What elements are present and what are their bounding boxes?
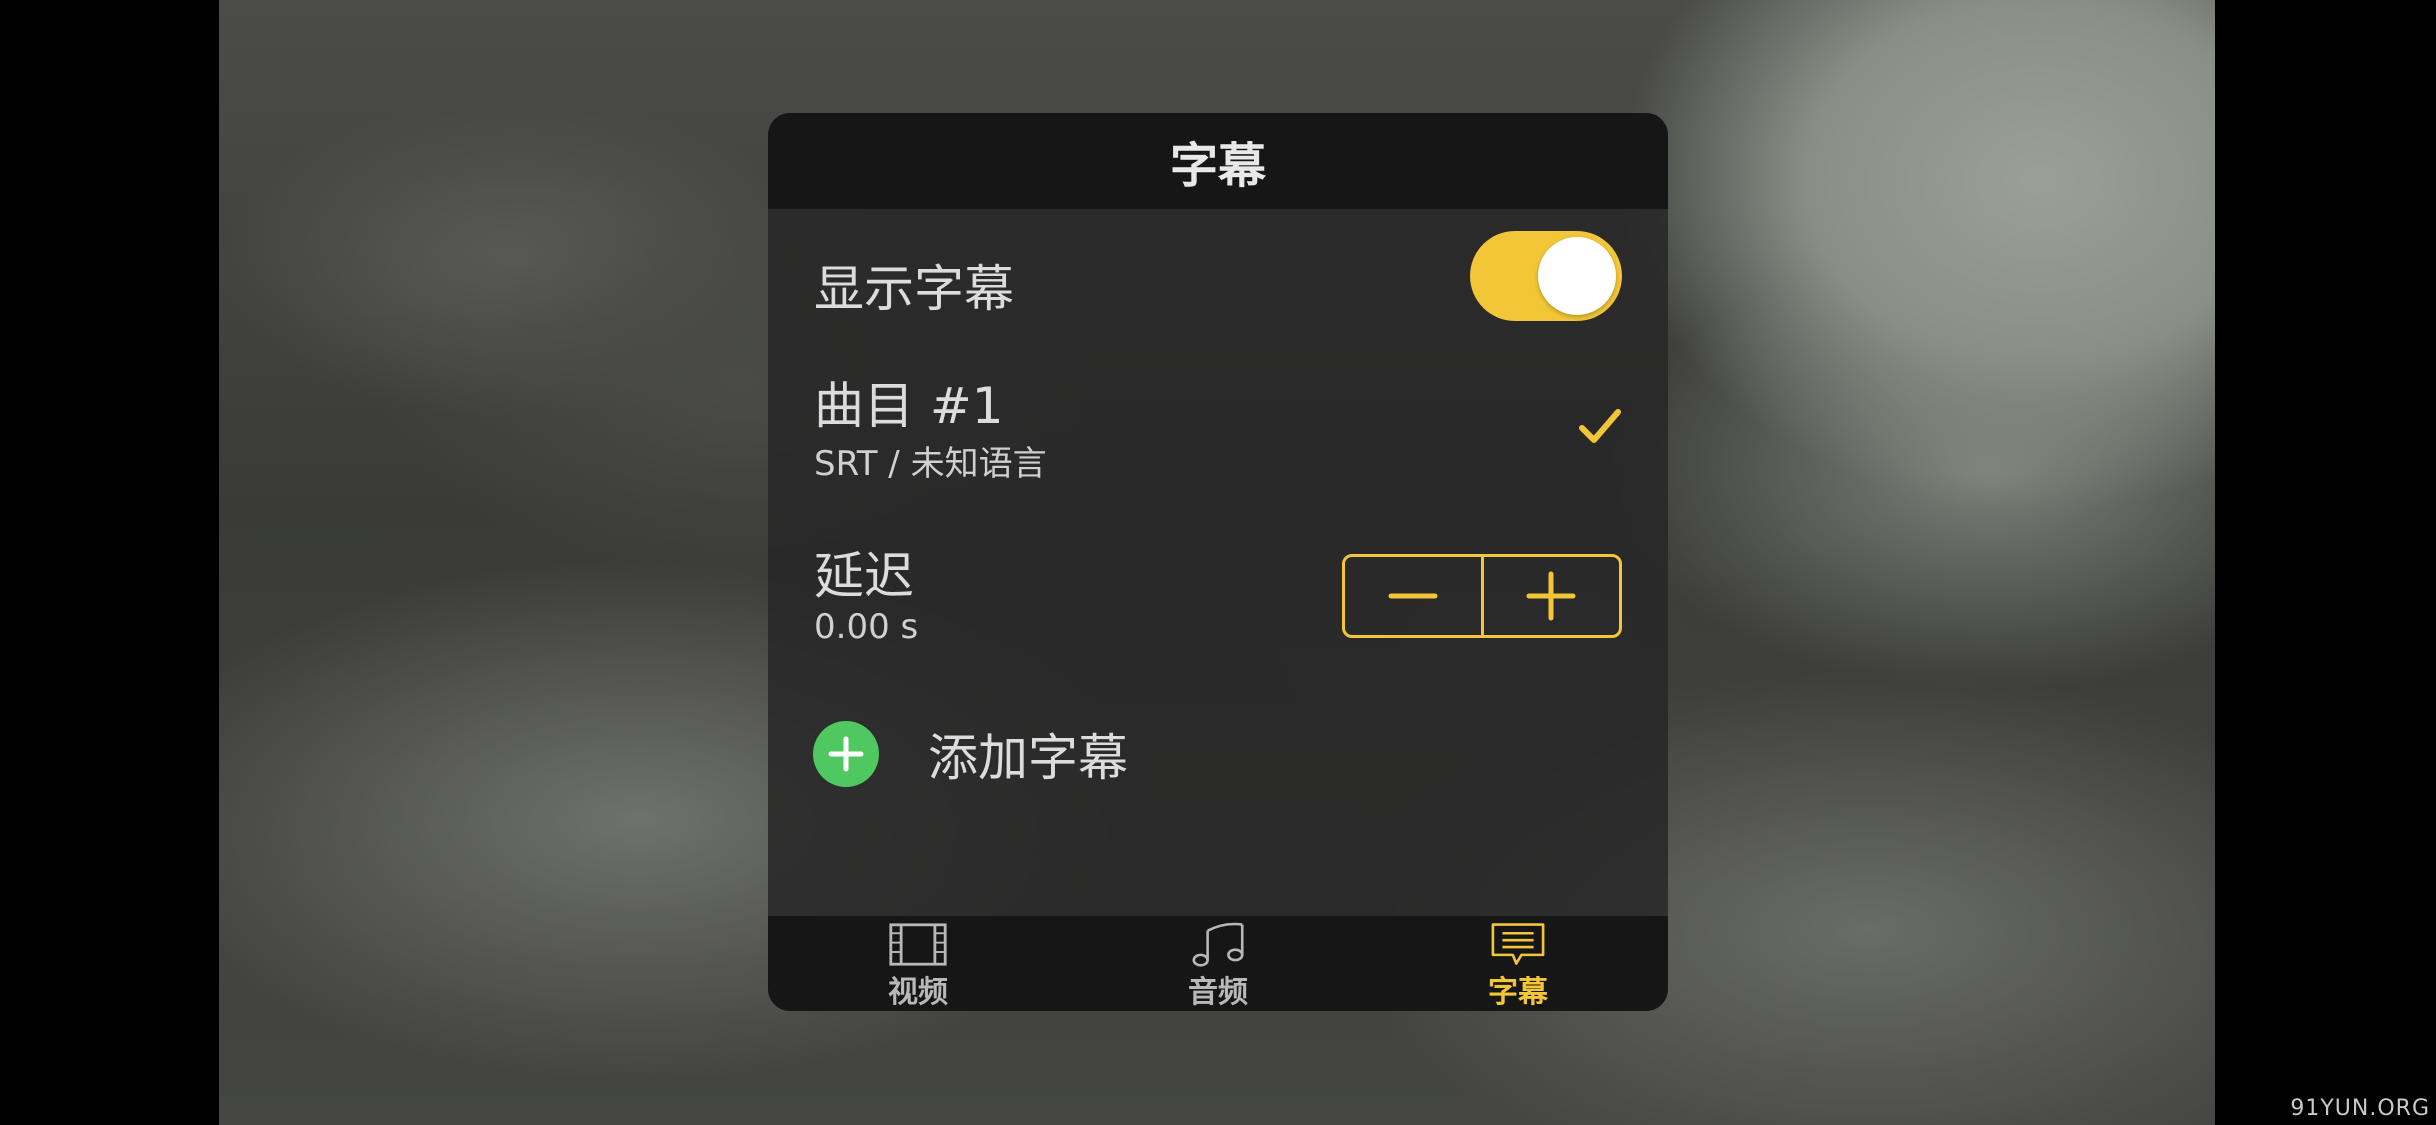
tab-audio-label: 音频 <box>1188 975 1248 1010</box>
subtitle-panel: 字幕 显示字幕 曲目 #1 SRT / 未知语言 延迟 0.00 s 添加字幕 … <box>768 113 1668 1011</box>
panel-header: 字幕 <box>768 113 1668 209</box>
toggle-knob <box>1538 237 1616 315</box>
delay-value: 0.00 s <box>814 607 919 647</box>
checkmark-icon <box>1579 409 1621 443</box>
subtitle-bubble-icon <box>1491 923 1545 965</box>
plus-icon <box>1526 571 1576 621</box>
video-player-screen: 字幕 显示字幕 曲目 #1 SRT / 未知语言 延迟 0.00 s 添加字幕 … <box>0 0 2436 1125</box>
track-title: 曲目 #1 <box>814 377 1004 435</box>
tab-audio[interactable]: 音频 <box>1068 916 1368 1011</box>
tab-video[interactable]: 视频 <box>768 916 1068 1011</box>
watermark: 91YUN.ORG <box>2290 1096 2430 1121</box>
tab-video-label: 视频 <box>888 975 948 1010</box>
tab-subtitles-label: 字幕 <box>1488 975 1548 1010</box>
add-subtitle-label: 添加字幕 <box>928 729 1128 787</box>
tab-subtitles[interactable]: 字幕 <box>1368 916 1668 1011</box>
add-circle-icon <box>813 721 879 787</box>
track-format: SRT / 未知语言 <box>814 444 1047 484</box>
panel-title: 字幕 <box>1169 138 1266 194</box>
music-note-icon <box>1192 922 1244 967</box>
delay-stepper <box>1342 554 1622 638</box>
show-subtitles-toggle[interactable] <box>1470 231 1622 321</box>
delay-decrease-button[interactable] <box>1345 557 1481 635</box>
delay-increase-button[interactable] <box>1484 557 1620 635</box>
delay-label: 延迟 <box>814 547 914 605</box>
minus-icon <box>1388 593 1438 599</box>
film-icon <box>889 923 947 966</box>
show-subtitles-label: 显示字幕 <box>814 260 1014 318</box>
tab-bar: 视频 音频 字幕 <box>768 916 1668 1011</box>
